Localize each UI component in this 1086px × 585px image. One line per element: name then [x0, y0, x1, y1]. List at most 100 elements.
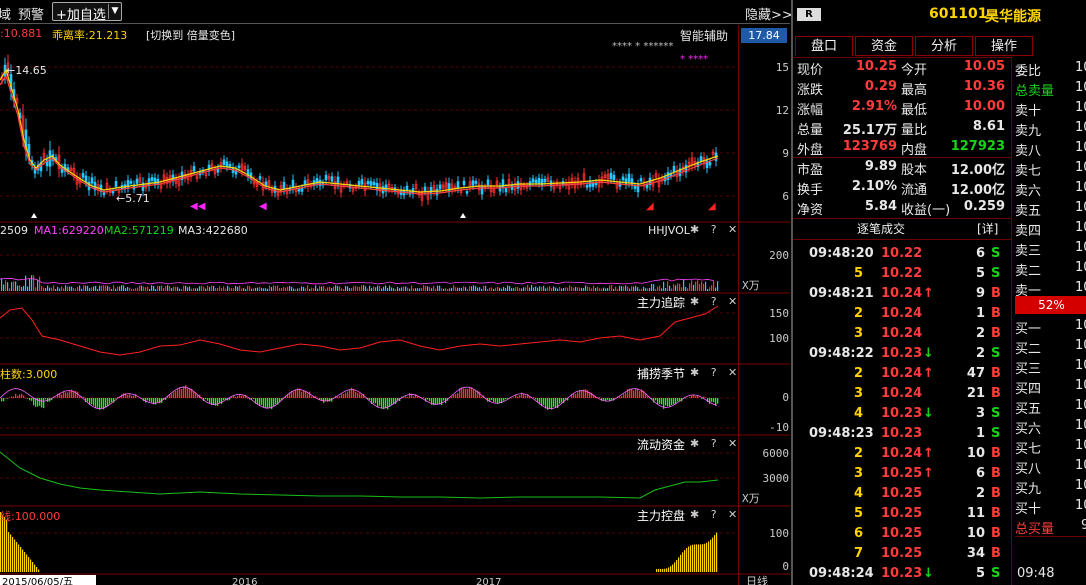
trades-title: 逐笔成交 [857, 222, 906, 236]
volume-bar [647, 288, 649, 291]
volume-bar [421, 287, 423, 291]
vol-panel-icons[interactable]: ✱ ? ✕ [690, 223, 741, 236]
chevron-down-icon[interactable]: ▼ [108, 4, 121, 19]
season-bar [99, 398, 101, 410]
switch-hint[interactable]: [切换到 倍量变色] [146, 27, 235, 43]
volume-bar [439, 285, 441, 291]
quote-label: 换手 [797, 183, 824, 198]
control-bar [704, 543, 706, 572]
season-bar [311, 396, 313, 398]
volume-bar [1, 278, 3, 291]
buy-level-label: 买六 [1015, 422, 1042, 437]
assist-stars-1: **** * ****** [612, 41, 674, 52]
volume-bar [479, 287, 481, 291]
trade-volume: 5 [975, 266, 985, 281]
volume-bar [617, 288, 619, 291]
volume-bar [495, 287, 497, 291]
tab-funds[interactable]: 资金 [855, 36, 913, 56]
add-watchlist-label[interactable]: +加自选 [56, 4, 106, 23]
flow-panel-icons[interactable]: ✱ ? ✕ [690, 437, 741, 450]
tab-pankou[interactable]: 盘口 [795, 36, 853, 56]
volume-bar [13, 281, 15, 291]
buy-level-label: 买五 [1015, 402, 1042, 417]
trades-detail-link[interactable]: [详] [977, 220, 998, 237]
volume-bar [283, 287, 285, 291]
volume-bar [465, 287, 467, 291]
season-bar [639, 391, 641, 398]
trade-price: 10.25 [881, 546, 923, 561]
track-panel-title[interactable]: 主力追踪 [637, 294, 685, 311]
volume-bar [269, 285, 271, 291]
quote-label: 涨幅 [797, 103, 824, 118]
trade-count: 2 [853, 446, 863, 461]
current-price-tag: 17.84 [741, 28, 787, 43]
tab-analysis[interactable]: 分析 [915, 36, 973, 56]
volume-bar [211, 285, 213, 291]
trade-volume: 6 [975, 466, 985, 481]
volume-bar [425, 286, 427, 291]
season-bar [177, 389, 179, 398]
control-bar [6, 519, 8, 572]
season-bar [603, 398, 605, 400]
volume-bar [187, 287, 189, 291]
track-tick-100: 100 [769, 332, 789, 345]
candle-body [639, 178, 643, 182]
control-panel-icons[interactable]: ✱ ? ✕ [690, 508, 741, 521]
add-watchlist-button[interactable]: +加自选 ▼ [52, 2, 122, 23]
volume-bar [317, 288, 319, 291]
hide-panel-button[interactable]: 隐藏>> [745, 4, 793, 23]
candle-body [318, 179, 322, 186]
season-bar [295, 389, 297, 398]
volume-bar [297, 288, 299, 291]
volume-bar [57, 286, 59, 291]
trade-side: S [991, 406, 1001, 421]
season-panel-title[interactable]: 捕捞季节 [637, 365, 685, 382]
volume-bar [307, 285, 309, 291]
ratio-label: 乖离率:21.213 [52, 29, 128, 42]
wei-bi-value: 10 [1075, 60, 1086, 75]
volume-bar [411, 285, 413, 291]
toolbar-cut-label[interactable]: 域 [0, 4, 11, 23]
season-bar [269, 398, 271, 408]
season-bar [23, 395, 25, 398]
volume-bar [195, 288, 197, 291]
volume-bar [713, 281, 715, 291]
trade-side: S [991, 426, 1001, 441]
candle-body [471, 180, 475, 186]
volume-bar [21, 287, 23, 291]
season-bar [379, 398, 381, 406]
volume-bar [491, 287, 493, 291]
volume-bar [415, 288, 417, 291]
quote-label: 最低 [901, 103, 928, 118]
track-panel-icons[interactable]: ✱ ? ✕ [690, 295, 741, 308]
track-line [0, 305, 719, 356]
volume-bar [409, 288, 411, 291]
trade-row: 3 10.24 21 B [793, 384, 1008, 404]
season-bar [435, 398, 437, 405]
volume-bar [533, 287, 535, 291]
volume-bar [271, 286, 273, 291]
volume-bar [537, 287, 539, 291]
alert-button[interactable]: 预警 [18, 4, 44, 23]
volume-bar [707, 288, 709, 291]
control-panel-title[interactable]: 主力控盘 [637, 507, 685, 524]
total-sell-label: 总卖量 [1015, 84, 1055, 99]
flow-panel-title[interactable]: 流动资金 [637, 436, 685, 453]
sell-level-label: 卖六 [1015, 184, 1042, 199]
season-bar [537, 398, 539, 402]
smart-assist-label[interactable]: 智能辅助 [680, 27, 728, 44]
quote-value: 9.89 [864, 159, 897, 174]
season-bar [101, 398, 103, 409]
trade-row: 7 10.25 34 B [793, 544, 1008, 564]
volume-bar [549, 286, 551, 291]
control-bar [16, 542, 18, 572]
volume-bar [131, 288, 133, 291]
volume-bar [7, 282, 9, 291]
vol-panel-title[interactable]: HHJVOL [648, 224, 690, 237]
season-panel-icons[interactable]: ✱ ? ✕ [690, 366, 741, 379]
volume-bar [239, 285, 241, 291]
volume-bar [145, 287, 147, 291]
volume-bar [381, 288, 383, 291]
season-bar [659, 398, 661, 404]
tab-operate[interactable]: 操作 [975, 36, 1033, 56]
